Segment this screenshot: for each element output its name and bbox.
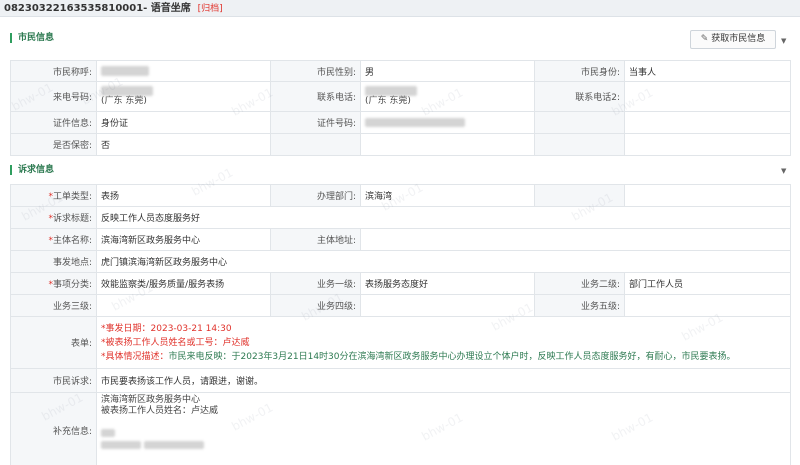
ticket-title-bar: 08230322163535810001- 语音坐席 [归档] — [0, 0, 800, 17]
contact-phone-label: 联系电话: — [270, 81, 361, 112]
empty-label-cell — [534, 184, 625, 207]
biz-level2-label: 业务二级: — [534, 272, 625, 295]
extra-info-value: 滨海湾新区政务服务中心 被表扬工作人员姓名：卢达威 — [96, 392, 791, 465]
ticket-type-value: 表扬 — [96, 184, 271, 207]
section-marker — [10, 165, 12, 175]
biz-level1-label: 业务一级: — [270, 272, 361, 295]
caller-region: (广东 东莞) — [101, 96, 147, 107]
extra-info-line2: 被表扬工作人员姓名：卢达威 — [101, 406, 219, 416]
appeal-section-title: 诉求信息 — [18, 165, 55, 175]
empty-value-cell — [360, 133, 535, 156]
appeal-title-label: *诉求标题: — [10, 206, 97, 229]
biz-level4-label: 业务四级: — [270, 294, 361, 317]
caller-number-label: 来电号码: — [10, 81, 97, 112]
staff-name-line: *被表扬工作人员姓名或工号：卢达威 — [101, 336, 786, 350]
collapse-citizen-icon[interactable]: ▼ — [781, 37, 786, 45]
subject-name-value: 滨海湾新区政务服务中心 — [96, 228, 271, 251]
event-place-label: 事发地点: — [10, 250, 97, 273]
redacted-text — [143, 441, 204, 449]
detail-label: *具体情况描述： — [101, 351, 169, 362]
detail-value: 市民来电反映：于2023年3月21日14时30分在滨海湾新区政务服务中心办理设立… — [168, 351, 736, 362]
redacted-cert-number — [365, 117, 465, 127]
appeal-section-header[interactable]: 诉求信息 — [0, 160, 800, 180]
subject-address-value — [360, 228, 791, 251]
biz-level3-value — [96, 294, 271, 317]
cert-number-value — [360, 111, 535, 134]
caller-number-value: (广东 东莞) — [96, 81, 271, 112]
archived-tag: [归档] — [197, 4, 223, 14]
citizen-appeal-label: 市民诉求: — [10, 368, 97, 393]
contact-phone2-label: 联系电话2: — [534, 81, 625, 112]
dept-value: 滨海湾 — [360, 184, 535, 207]
appeal-title-label-text: 诉求标题: — [52, 214, 92, 224]
biz-level4-value — [360, 294, 535, 317]
citizen-appeal-value: 市民要表扬该工作人员，请跟进，谢谢。 — [96, 368, 791, 393]
fetch-citizen-info-label: 获取市民信息 — [711, 34, 766, 44]
biz-level2-value: 部门工作人员 — [624, 272, 791, 295]
ticket-type-label-text: 工单类型: — [52, 192, 92, 202]
ticket-body-label: 表单: — [10, 316, 97, 369]
empty-value-cell — [624, 133, 791, 156]
contact-region: (广东 东莞) — [365, 96, 411, 107]
empty-value-cell — [624, 111, 791, 134]
biz-level3-label: 业务三级: — [10, 294, 97, 317]
fetch-citizen-info-button[interactable]: ✎ 获取市民信息 — [690, 30, 776, 49]
empty-label-cell — [270, 133, 361, 156]
category-label: *事项分类: — [10, 272, 97, 295]
redacted-caller-number — [101, 85, 153, 96]
gender-value: 男 — [360, 60, 535, 82]
category-value: 效能监察类/服务质量/服务表扬 — [96, 272, 271, 295]
ticket-title: 08230322163535810001- 语音坐席 — [4, 3, 191, 14]
event-place-value: 虎门镇滨海湾新区政务服务中心 — [96, 250, 791, 273]
ticket-type-label: *工单类型: — [10, 184, 97, 207]
confidential-label: 是否保密: — [10, 133, 97, 156]
ticket-body-value: *事发日期：2023-03-21 14:30 *被表扬工作人员姓名或工号：卢达威… — [96, 316, 791, 369]
extra-info-label: 补充信息: — [10, 392, 97, 465]
empty-value-cell — [624, 184, 791, 207]
contact-phone-value: (广东 东莞) — [360, 81, 535, 112]
citizen-info-table: 市民称呼: 市民性别: 男 市民身份: 当事人 来电号码: (广东 东莞) 联系… — [10, 60, 791, 156]
empty-label-cell — [534, 111, 625, 134]
subject-name-label-text: 主体名称: — [52, 236, 92, 246]
appeal-title-value: 反映工作人员态度服务好 — [96, 206, 791, 229]
redacted-contact-phone — [365, 85, 417, 96]
redacted-text — [101, 429, 115, 437]
cert-type-value: 身份证 — [96, 111, 271, 134]
cert-number-label: 证件号码: — [270, 111, 361, 134]
identity-label: 市民身份: — [534, 60, 625, 82]
pencil-icon: ✎ — [700, 34, 709, 44]
category-label-text: 事项分类: — [52, 280, 92, 290]
event-date-label: *事发日期： — [101, 323, 151, 334]
citizen-section-header[interactable]: 市民信息 — [0, 28, 800, 48]
section-marker — [10, 33, 12, 43]
citizen-section-title: 市民信息 — [18, 33, 55, 43]
empty-label-cell — [534, 133, 625, 156]
cert-type-label: 证件信息: — [10, 111, 97, 134]
identity-value: 当事人 — [624, 60, 791, 82]
contact-phone2-value — [624, 81, 791, 112]
biz-level5-label: 业务五级: — [534, 294, 625, 317]
appeal-info-table: *工单类型: 表扬 办理部门: 滨海湾 *诉求标题: 反映工作人员态度服务好 *… — [10, 184, 791, 465]
biz-level1-value: 表扬服务态度好 — [360, 272, 535, 295]
redacted-name — [101, 65, 149, 76]
staff-name-value: 卢达威 — [222, 337, 250, 348]
citizen-name-label: 市民称呼: — [10, 60, 97, 82]
dept-label: 办理部门: — [270, 184, 361, 207]
detail-line: *具体情况描述：市民来电反映：于2023年3月21日14时30分在滨海湾新区政务… — [101, 350, 786, 364]
confidential-value: 否 — [96, 133, 271, 156]
subject-address-label: 主体地址: — [270, 228, 361, 251]
biz-level5-value — [624, 294, 791, 317]
staff-name-label: *被表扬工作人员姓名或工号： — [101, 337, 223, 348]
subject-name-label: *主体名称: — [10, 228, 97, 251]
gender-label: 市民性别: — [270, 60, 361, 82]
collapse-appeal-icon[interactable]: ▼ — [781, 167, 786, 175]
redacted-text — [101, 441, 141, 449]
event-date-line: *事发日期：2023-03-21 14:30 — [101, 322, 786, 336]
extra-info-line1: 滨海湾新区政务服务中心 — [101, 395, 201, 405]
citizen-name-value — [96, 60, 271, 82]
event-date-value: 2023-03-21 14:30 — [150, 323, 232, 334]
